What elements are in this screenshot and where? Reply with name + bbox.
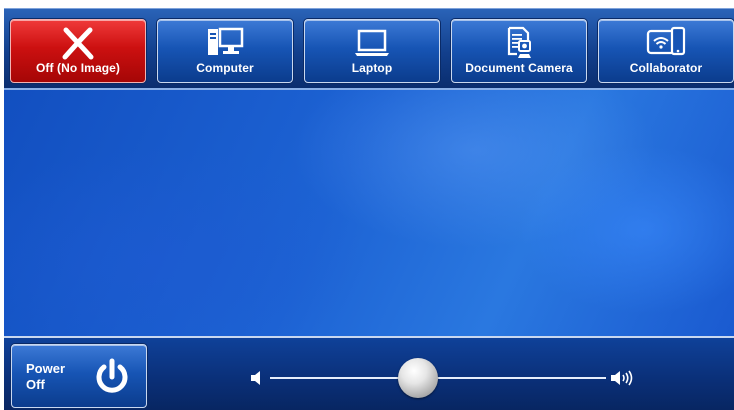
source-label: Document Camera [465, 61, 573, 75]
power-label: Power Off [26, 361, 65, 393]
source-button-laptop[interactable]: Laptop [304, 19, 440, 83]
source-button-off[interactable]: Off (No Image) [10, 19, 146, 83]
source-label: Laptop [351, 61, 393, 75]
source-label: Collaborator [629, 61, 703, 75]
laptop-icon [305, 24, 439, 62]
source-label: Off (No Image) [35, 61, 121, 75]
volume-track[interactable] [270, 377, 606, 379]
volume-high-icon [610, 368, 634, 393]
close-icon [11, 24, 145, 62]
power-label-line1: Power [26, 361, 66, 376]
volume-slider[interactable] [250, 358, 634, 398]
volume-slider-handle[interactable] [397, 358, 438, 398]
bottom-control-bar: Power Off [4, 336, 734, 410]
source-button-collaborator[interactable]: Collaborator [598, 19, 734, 83]
power-icon [92, 357, 132, 397]
source-button-computer[interactable]: Computer [157, 19, 293, 83]
source-label: Computer [196, 61, 254, 75]
source-selection-bar: Off (No Image) Computer Laptop Document … [4, 8, 734, 89]
content-display-area [4, 88, 734, 338]
volume-low-icon [250, 368, 266, 393]
computer-icon [158, 24, 292, 62]
touch-panel-screen: Off (No Image) Computer Laptop Document … [0, 0, 734, 410]
power-off-button[interactable]: Power Off [11, 344, 147, 408]
collaborator-icon [599, 24, 733, 62]
source-button-document-camera[interactable]: Document Camera [451, 19, 587, 83]
power-label-line2: Off [26, 377, 45, 392]
document-camera-icon [452, 24, 586, 62]
